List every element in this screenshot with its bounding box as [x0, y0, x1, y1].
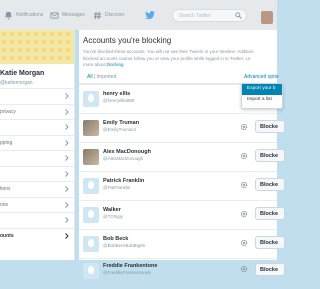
settings-menu-item[interactable]: pping [0, 134, 74, 151]
account-handle: @TGRgiy [103, 214, 123, 219]
page-title: Accounts you're blocking [83, 36, 172, 45]
blocked-account-row[interactable]: Alex MacDonough @AlexMacDonough Blocke [79, 142, 285, 171]
menu-item-label: ons [0, 201, 9, 208]
avatar[interactable] [83, 178, 99, 194]
filter-imported[interactable]: Imported [97, 74, 117, 80]
twitter-bird-icon[interactable] [145, 11, 155, 19]
blocked-button[interactable]: Blocke [255, 149, 285, 162]
settings-menu-item[interactable] [0, 88, 74, 104]
profile-card: Katie Morgan @katiemorgan privacy pping … [0, 30, 75, 260]
advanced-options-link[interactable]: Advanced optio [244, 74, 278, 80]
blocked-account-row[interactable]: Freddie Frankentone @FreddieFrankentone9… [79, 258, 285, 289]
user-avatar[interactable] [261, 11, 273, 24]
account-name[interactable]: Freddie Frankentone [103, 263, 157, 269]
gear-icon[interactable] [240, 210, 248, 218]
description-line: You've blocked these accounts. You will … [83, 49, 254, 54]
settings-menu-item[interactable]: tions [0, 181, 74, 197]
chevron-right-icon [65, 93, 69, 101]
nav-messages-label: Messages [62, 12, 85, 18]
account-name[interactable]: Emily Truman [103, 120, 139, 126]
blocked-button[interactable]: Blocke [255, 207, 285, 220]
account-handle: @henryellis888 [103, 98, 135, 103]
egg-icon [88, 94, 94, 102]
blocked-button[interactable]: Blocke [255, 120, 285, 133]
settings-menu-item[interactable]: ons [0, 196, 74, 213]
chevron-right-icon [65, 124, 69, 132]
profile-background [0, 30, 74, 64]
egg-icon [88, 181, 94, 189]
nav-notifications-label: Notifications [16, 12, 44, 18]
blocked-account-row[interactable]: Emily Truman @EmilyTruman1 Blocke [79, 113, 285, 142]
gear-icon[interactable] [240, 181, 248, 189]
profile-name[interactable]: Katie Morgan [0, 70, 44, 77]
nav-messages[interactable]: Messages [50, 8, 85, 22]
menu-item-label: ounts [0, 232, 14, 239]
chevron-right-icon [65, 217, 69, 225]
panel-description: You've blocked these accounts. You will … [83, 49, 277, 69]
settings-menu-item[interactable] [0, 150, 74, 166]
settings-menu-item[interactable] [0, 119, 74, 135]
chevron-right-icon [65, 139, 69, 148]
account-name[interactable]: Alex MacDonough [103, 149, 151, 155]
account-handle: @EmilyTruman1 [103, 127, 137, 132]
chevron-right-icon [65, 201, 69, 210]
nav-notifications[interactable]: Notifications [4, 8, 43, 22]
gear-icon[interactable] [240, 265, 248, 273]
search-placeholder: Search Twitter [179, 13, 211, 19]
filter-tabs: All | Imported [87, 74, 116, 80]
settings-menu-item[interactable] [0, 212, 74, 228]
account-handle: @AlexMacDonough [103, 156, 144, 161]
account-handle: @FreddieFrankentone9 [103, 270, 151, 275]
chevron-right-icon [65, 108, 69, 117]
nav-discover[interactable]: Discover [93, 8, 124, 22]
settings-menu-item-blocked-accounts[interactable]: ounts [0, 227, 74, 244]
avatar[interactable] [83, 207, 99, 223]
account-name[interactable]: henry ellis [103, 91, 130, 97]
description-line: more about blocking [83, 62, 277, 69]
blocked-button[interactable]: Blocke [255, 263, 285, 276]
avatar[interactable] [83, 120, 99, 136]
chevron-right-icon [65, 232, 69, 241]
chevron-right-icon [65, 186, 69, 194]
blocking-help-link[interactable]: blocking [107, 62, 124, 67]
settings-menu-item[interactable] [0, 165, 74, 182]
blocked-accounts-panel: Accounts you're blocking You've blocked … [79, 30, 285, 279]
menu-item-label: pping [0, 139, 13, 146]
gear-icon[interactable] [240, 123, 248, 131]
import-list-item[interactable]: Import a list [242, 95, 282, 106]
avatar[interactable] [83, 91, 99, 107]
profile-handle[interactable]: @katiemorgan [0, 80, 33, 86]
search-input[interactable]: Search Twitter [172, 9, 247, 22]
menu-item-label: tions [0, 186, 11, 192]
notifications-icon [4, 11, 13, 20]
blocked-account-row[interactable]: Patrick Franklin @PatFranklin Blocke [79, 171, 285, 200]
chevron-right-icon [65, 155, 69, 163]
gear-icon[interactable] [240, 152, 248, 160]
blocked-account-row[interactable] [79, 234, 277, 260]
export-block-list-item[interactable]: Export your b [242, 84, 282, 95]
top-navigation-bar: Notifications Messages Discover Search T… [0, 0, 277, 31]
chevron-right-icon [65, 170, 69, 179]
description-prefix: more about [83, 62, 108, 67]
blocked-button[interactable]: Blocke [255, 178, 285, 191]
messages-icon [50, 11, 59, 19]
account-name[interactable]: Walker [103, 207, 121, 213]
egg-icon [88, 266, 94, 274]
avatar[interactable] [83, 263, 99, 279]
nav-discover-label: Discover [105, 12, 125, 18]
blocked-account-row[interactable]: Walker @TGRgiy Blocke [79, 200, 285, 229]
avatar[interactable] [83, 149, 99, 165]
account-name[interactable]: Patrick Franklin [103, 178, 144, 184]
search-icon[interactable] [235, 12, 242, 19]
egg-icon [88, 210, 94, 218]
settings-menu-item[interactable]: privacy [0, 103, 74, 120]
menu-item-label: privacy [0, 108, 16, 115]
account-handle: @PatFranklin [103, 185, 131, 190]
settings-menu: privacy pping tions ons ounts [0, 88, 74, 243]
hashtag-icon [93, 11, 102, 19]
advanced-options-dropdown: Export your b Import a list [241, 83, 283, 109]
